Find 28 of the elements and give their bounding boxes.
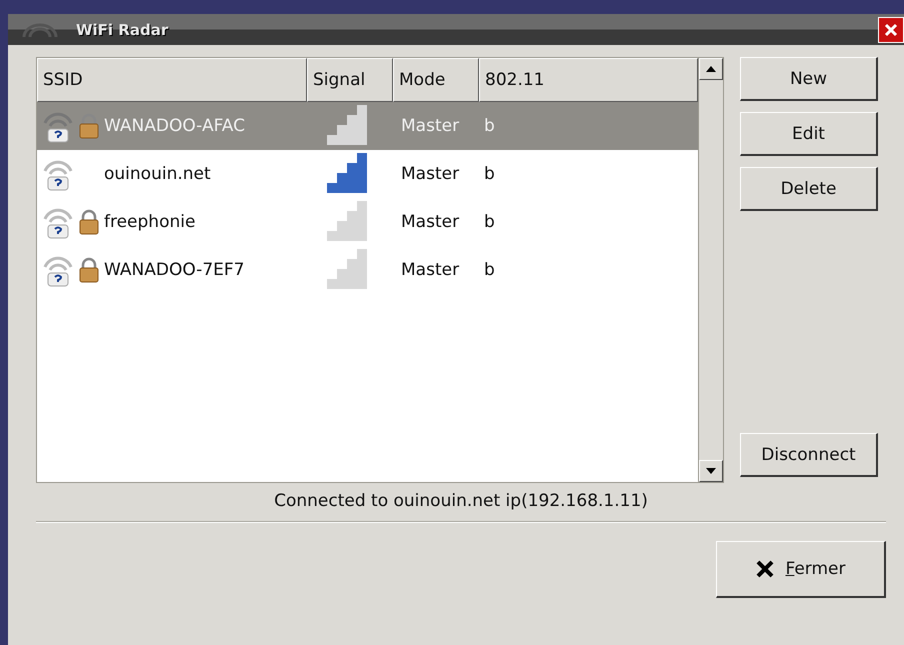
column-header[interactable]: 802.11	[479, 58, 698, 102]
mode-text: Master	[401, 260, 460, 280]
mode-text: Master	[401, 164, 460, 184]
column-header[interactable]: Mode	[393, 58, 479, 102]
status-text: Connected to ouinouin.net ip(192.168.1.11)	[273, 491, 649, 511]
ssid-text: freephonie	[104, 212, 196, 232]
ssid-text: WANADOO-7EF7	[104, 260, 244, 280]
close-button[interactable]: Fermer	[716, 541, 886, 598]
protocol-text: b	[484, 212, 495, 232]
scroll-down-icon[interactable]	[699, 460, 723, 482]
disconnect-button[interactable]: Disconnect	[740, 433, 878, 477]
action-button[interactable]: Delete	[740, 167, 878, 211]
protocol-text: b	[484, 116, 495, 136]
window-title: WiFi Radar	[76, 20, 168, 38]
mode-text: Master	[401, 212, 460, 232]
mode-text: Master	[401, 116, 460, 136]
scroll-up-icon[interactable]	[699, 58, 723, 80]
close-icon	[755, 559, 776, 579]
action-button[interactable]: New	[740, 57, 878, 101]
protocol-text: b	[484, 164, 495, 184]
wifi-app-icon	[22, 22, 58, 36]
action-button[interactable]: Edit	[740, 112, 878, 156]
protocol-text: b	[484, 260, 495, 280]
ssid-text: ouinouin.net	[104, 164, 211, 184]
column-header[interactable]: Signal	[307, 58, 393, 102]
close-icon[interactable]	[878, 16, 904, 42]
column-header[interactable]: SSID	[37, 58, 307, 102]
ssid-text: WANADOO-AFAC	[104, 116, 245, 136]
